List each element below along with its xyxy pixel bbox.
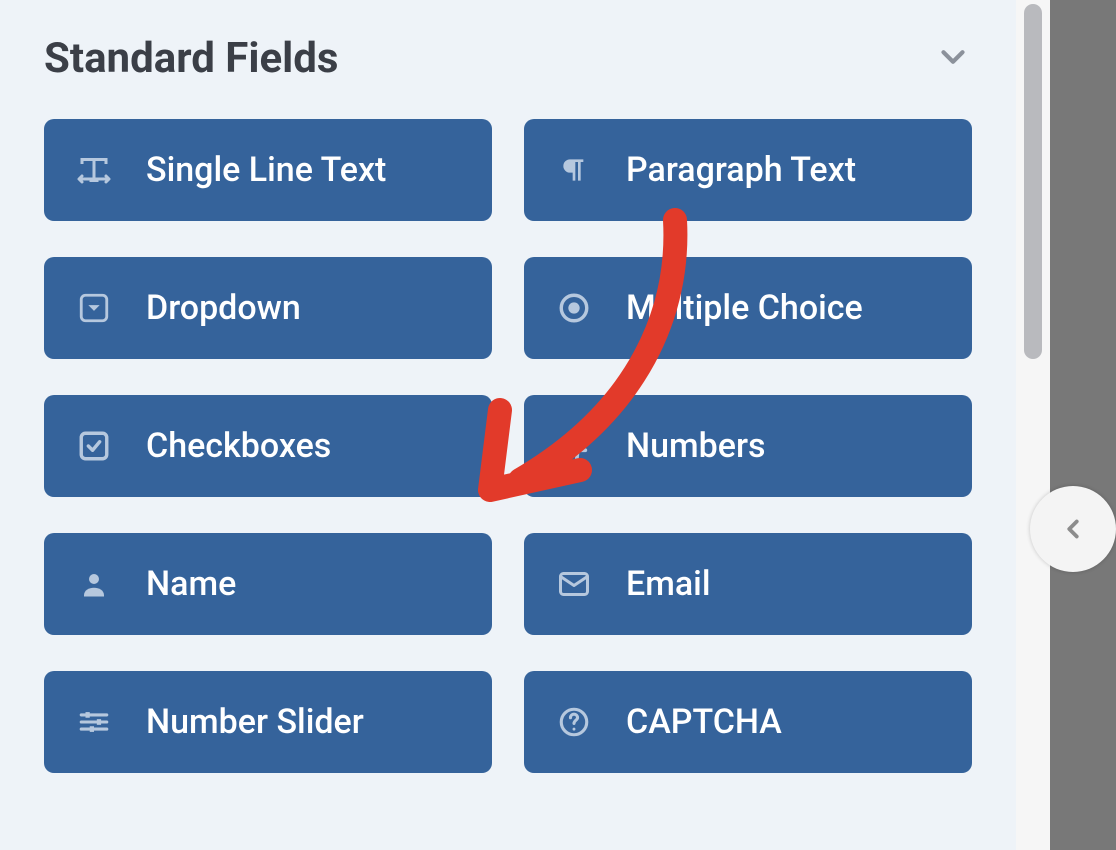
user-icon	[74, 564, 114, 604]
field-single-line-text[interactable]: Single Line Text	[44, 119, 492, 221]
field-label: Numbers	[626, 426, 766, 466]
field-label: Dropdown	[146, 288, 301, 328]
check-square-icon	[74, 426, 114, 466]
field-numbers[interactable]: Numbers	[524, 395, 972, 497]
field-number-slider[interactable]: Number Slider	[44, 671, 492, 773]
text-width-icon	[74, 150, 114, 190]
field-label: Paragraph Text	[626, 150, 856, 190]
fields-panel: Standard Fields Single Line Text Paragra…	[0, 0, 1016, 850]
chevron-down-icon[interactable]	[934, 38, 972, 80]
scrollbar-thumb[interactable]	[1024, 4, 1042, 359]
field-label: Checkboxes	[146, 426, 331, 466]
radio-dot-icon	[554, 288, 594, 328]
field-label: Number Slider	[146, 702, 364, 742]
fields-grid: Single Line Text Paragraph Text Dropdown…	[44, 119, 972, 773]
field-dropdown[interactable]: Dropdown	[44, 257, 492, 359]
field-label: Multiple Choice	[626, 288, 863, 328]
section-title: Standard Fields	[44, 34, 338, 83]
field-multiple-choice[interactable]: Multiple Choice	[524, 257, 972, 359]
field-label: Email	[626, 564, 711, 604]
field-checkboxes[interactable]: Checkboxes	[44, 395, 492, 497]
field-paragraph-text[interactable]: Paragraph Text	[524, 119, 972, 221]
field-name[interactable]: Name	[44, 533, 492, 635]
field-label: Single Line Text	[146, 150, 386, 190]
field-label: Name	[146, 564, 236, 604]
field-label: CAPTCHA	[626, 702, 782, 742]
scrollbar-track[interactable]	[1016, 0, 1050, 850]
sliders-icon	[74, 702, 114, 742]
field-email[interactable]: Email	[524, 533, 972, 635]
section-header[interactable]: Standard Fields	[44, 34, 972, 83]
window-edge	[1016, 0, 1116, 850]
pilcrow-icon	[554, 150, 594, 190]
question-circle-icon	[554, 702, 594, 742]
collapse-panel-button[interactable]	[1030, 486, 1116, 572]
hash-icon	[554, 426, 594, 466]
caret-square-icon	[74, 288, 114, 328]
envelope-icon	[554, 564, 594, 604]
field-captcha[interactable]: CAPTCHA	[524, 671, 972, 773]
outer-chrome	[1050, 0, 1116, 850]
